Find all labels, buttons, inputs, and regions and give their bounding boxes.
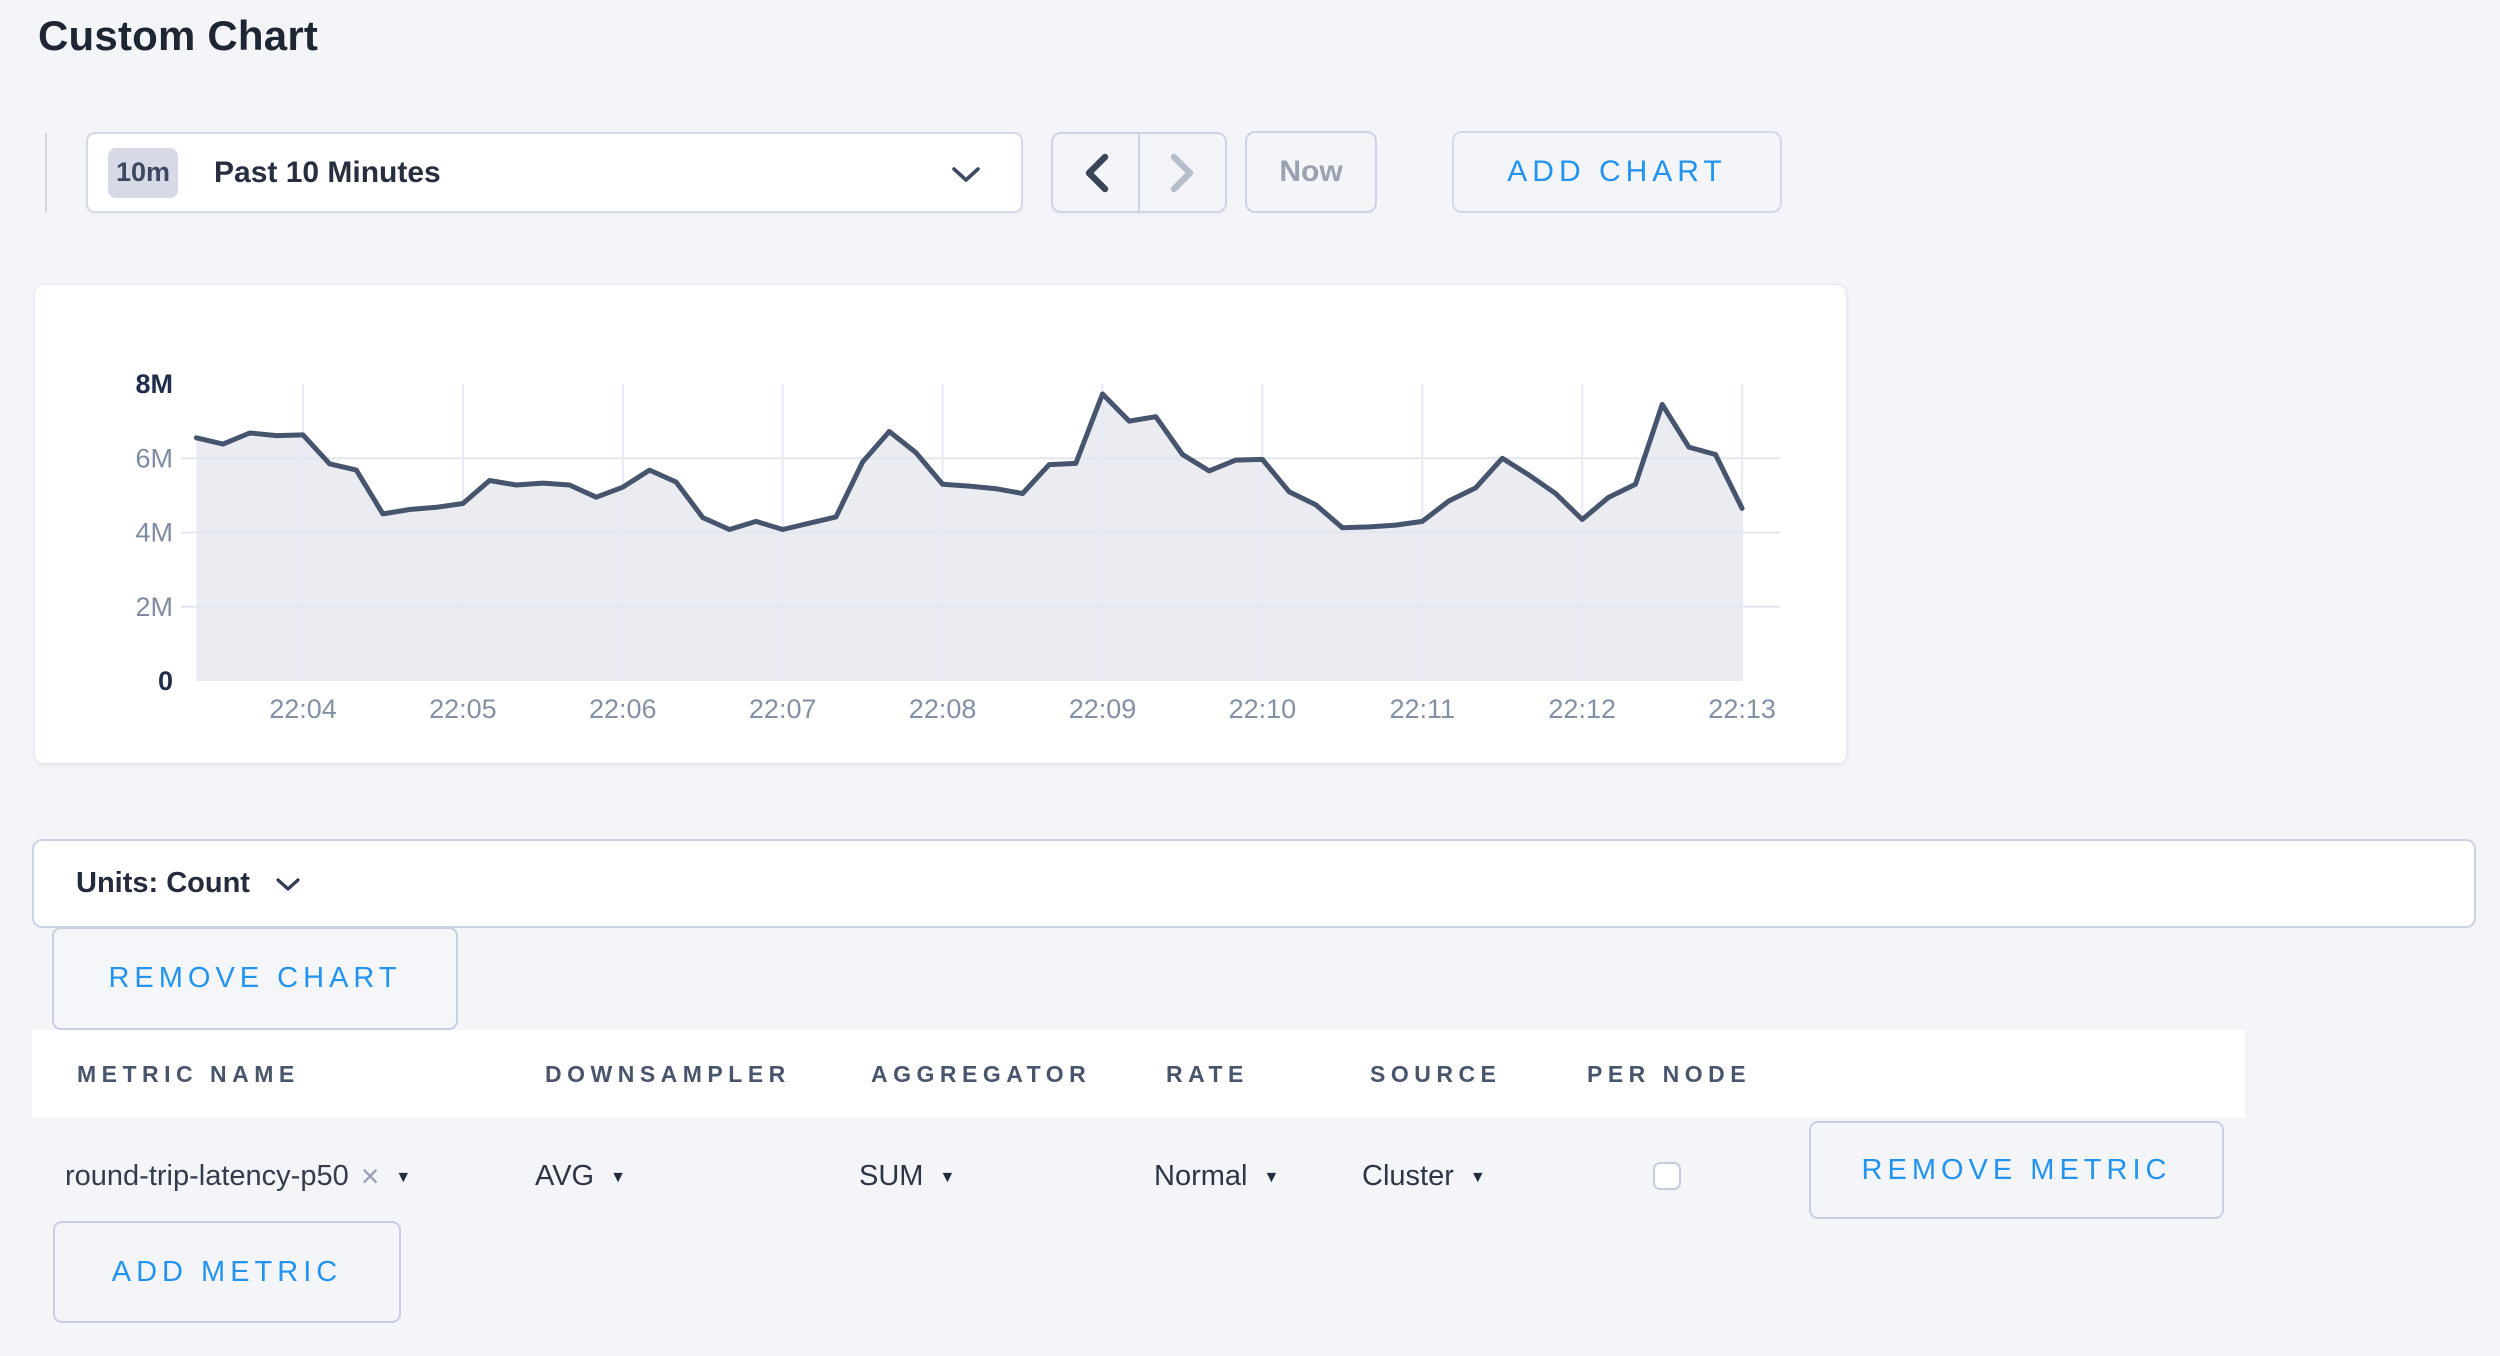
column-downsampler: DOWNSAMPLER — [545, 1030, 791, 1118]
column-metric-name: METRIC NAME — [77, 1030, 300, 1118]
svg-text:2M: 2M — [135, 592, 173, 622]
svg-text:22:12: 22:12 — [1548, 694, 1616, 724]
svg-text:0: 0 — [158, 666, 173, 696]
svg-text:22:05: 22:05 — [429, 694, 497, 724]
per-node-checkbox[interactable] — [1653, 1162, 1681, 1190]
next-timespan-button[interactable] — [1138, 134, 1225, 211]
svg-text:22:08: 22:08 — [909, 694, 977, 724]
downsampler-dropdown[interactable]: AVG ▼ — [535, 1117, 626, 1235]
time-nav-buttons — [1051, 132, 1227, 213]
svg-text:22:13: 22:13 — [1708, 694, 1776, 724]
svg-text:22:11: 22:11 — [1390, 694, 1456, 724]
caret-down-icon: ▼ — [1263, 1169, 1279, 1187]
rate-dropdown[interactable]: Normal ▼ — [1154, 1117, 1279, 1235]
units-label: Units: Count — [76, 867, 250, 900]
svg-text:22:10: 22:10 — [1229, 694, 1297, 724]
remove-metric-button[interactable]: REMOVE METRIC — [1809, 1121, 2224, 1219]
source-value: Cluster — [1362, 1160, 1454, 1193]
caret-down-icon: ▼ — [1470, 1169, 1486, 1187]
chevron-right-icon — [1168, 152, 1198, 194]
aggregator-value: SUM — [859, 1160, 923, 1193]
svg-text:6M: 6M — [135, 443, 173, 473]
source-dropdown[interactable]: Cluster ▼ — [1362, 1117, 1486, 1235]
toolbar-left-divider — [45, 133, 47, 212]
svg-text:22:04: 22:04 — [269, 694, 337, 724]
column-aggregator: AGGREGATOR — [871, 1030, 1091, 1118]
now-button[interactable]: Now — [1245, 131, 1377, 213]
chevron-down-icon — [276, 878, 300, 893]
svg-text:8M: 8M — [135, 369, 173, 399]
add-chart-button[interactable]: ADD CHART — [1452, 131, 1782, 213]
metrics-table-header: METRIC NAME DOWNSAMPLER AGGREGATOR RATE … — [32, 1030, 2245, 1118]
chart-card: 0 2M 4M 6M 8M 22:04 22:05 22:06 22:07 22:08 22:09 2… — [34, 284, 1847, 764]
caret-down-icon: ▼ — [395, 1169, 411, 1187]
time-window-badge: 10m — [108, 148, 178, 198]
chevron-left-icon — [1081, 152, 1111, 194]
time-series-chart[interactable]: 0 2M 4M 6M 8M 22:04 22:05 22:06 22:07 22:08 22:09 2… — [35, 285, 1846, 763]
time-range-label: Past 10 Minutes — [214, 156, 441, 190]
svg-text:22:06: 22:06 — [589, 694, 657, 724]
caret-down-icon: ▼ — [610, 1169, 626, 1187]
column-per-node: PER NODE — [1587, 1030, 1751, 1118]
column-rate: RATE — [1166, 1030, 1249, 1118]
metric-name-dropdown[interactable]: round-trip-latency-p50 × ▼ — [65, 1117, 411, 1235]
downsampler-value: AVG — [535, 1160, 594, 1193]
prev-timespan-button[interactable] — [1053, 134, 1138, 211]
clear-metric-icon[interactable]: × — [361, 1158, 380, 1195]
remove-chart-button[interactable]: REMOVE CHART — [52, 927, 458, 1030]
svg-text:22:07: 22:07 — [749, 694, 817, 724]
svg-text:4M: 4M — [135, 518, 173, 548]
rate-value: Normal — [1154, 1160, 1247, 1193]
metric-name-value: round-trip-latency-p50 — [65, 1160, 349, 1193]
column-source: SOURCE — [1370, 1030, 1501, 1118]
caret-down-icon: ▼ — [939, 1169, 955, 1187]
time-range-dropdown[interactable]: 10m Past 10 Minutes — [86, 132, 1023, 213]
add-metric-button[interactable]: ADD METRIC — [53, 1221, 401, 1323]
chevron-down-icon — [951, 166, 981, 184]
aggregator-dropdown[interactable]: SUM ▼ — [859, 1117, 955, 1235]
svg-text:22:09: 22:09 — [1069, 694, 1137, 724]
units-dropdown[interactable]: Units: Count — [32, 839, 2476, 928]
page-title: Custom Chart — [38, 12, 318, 60]
